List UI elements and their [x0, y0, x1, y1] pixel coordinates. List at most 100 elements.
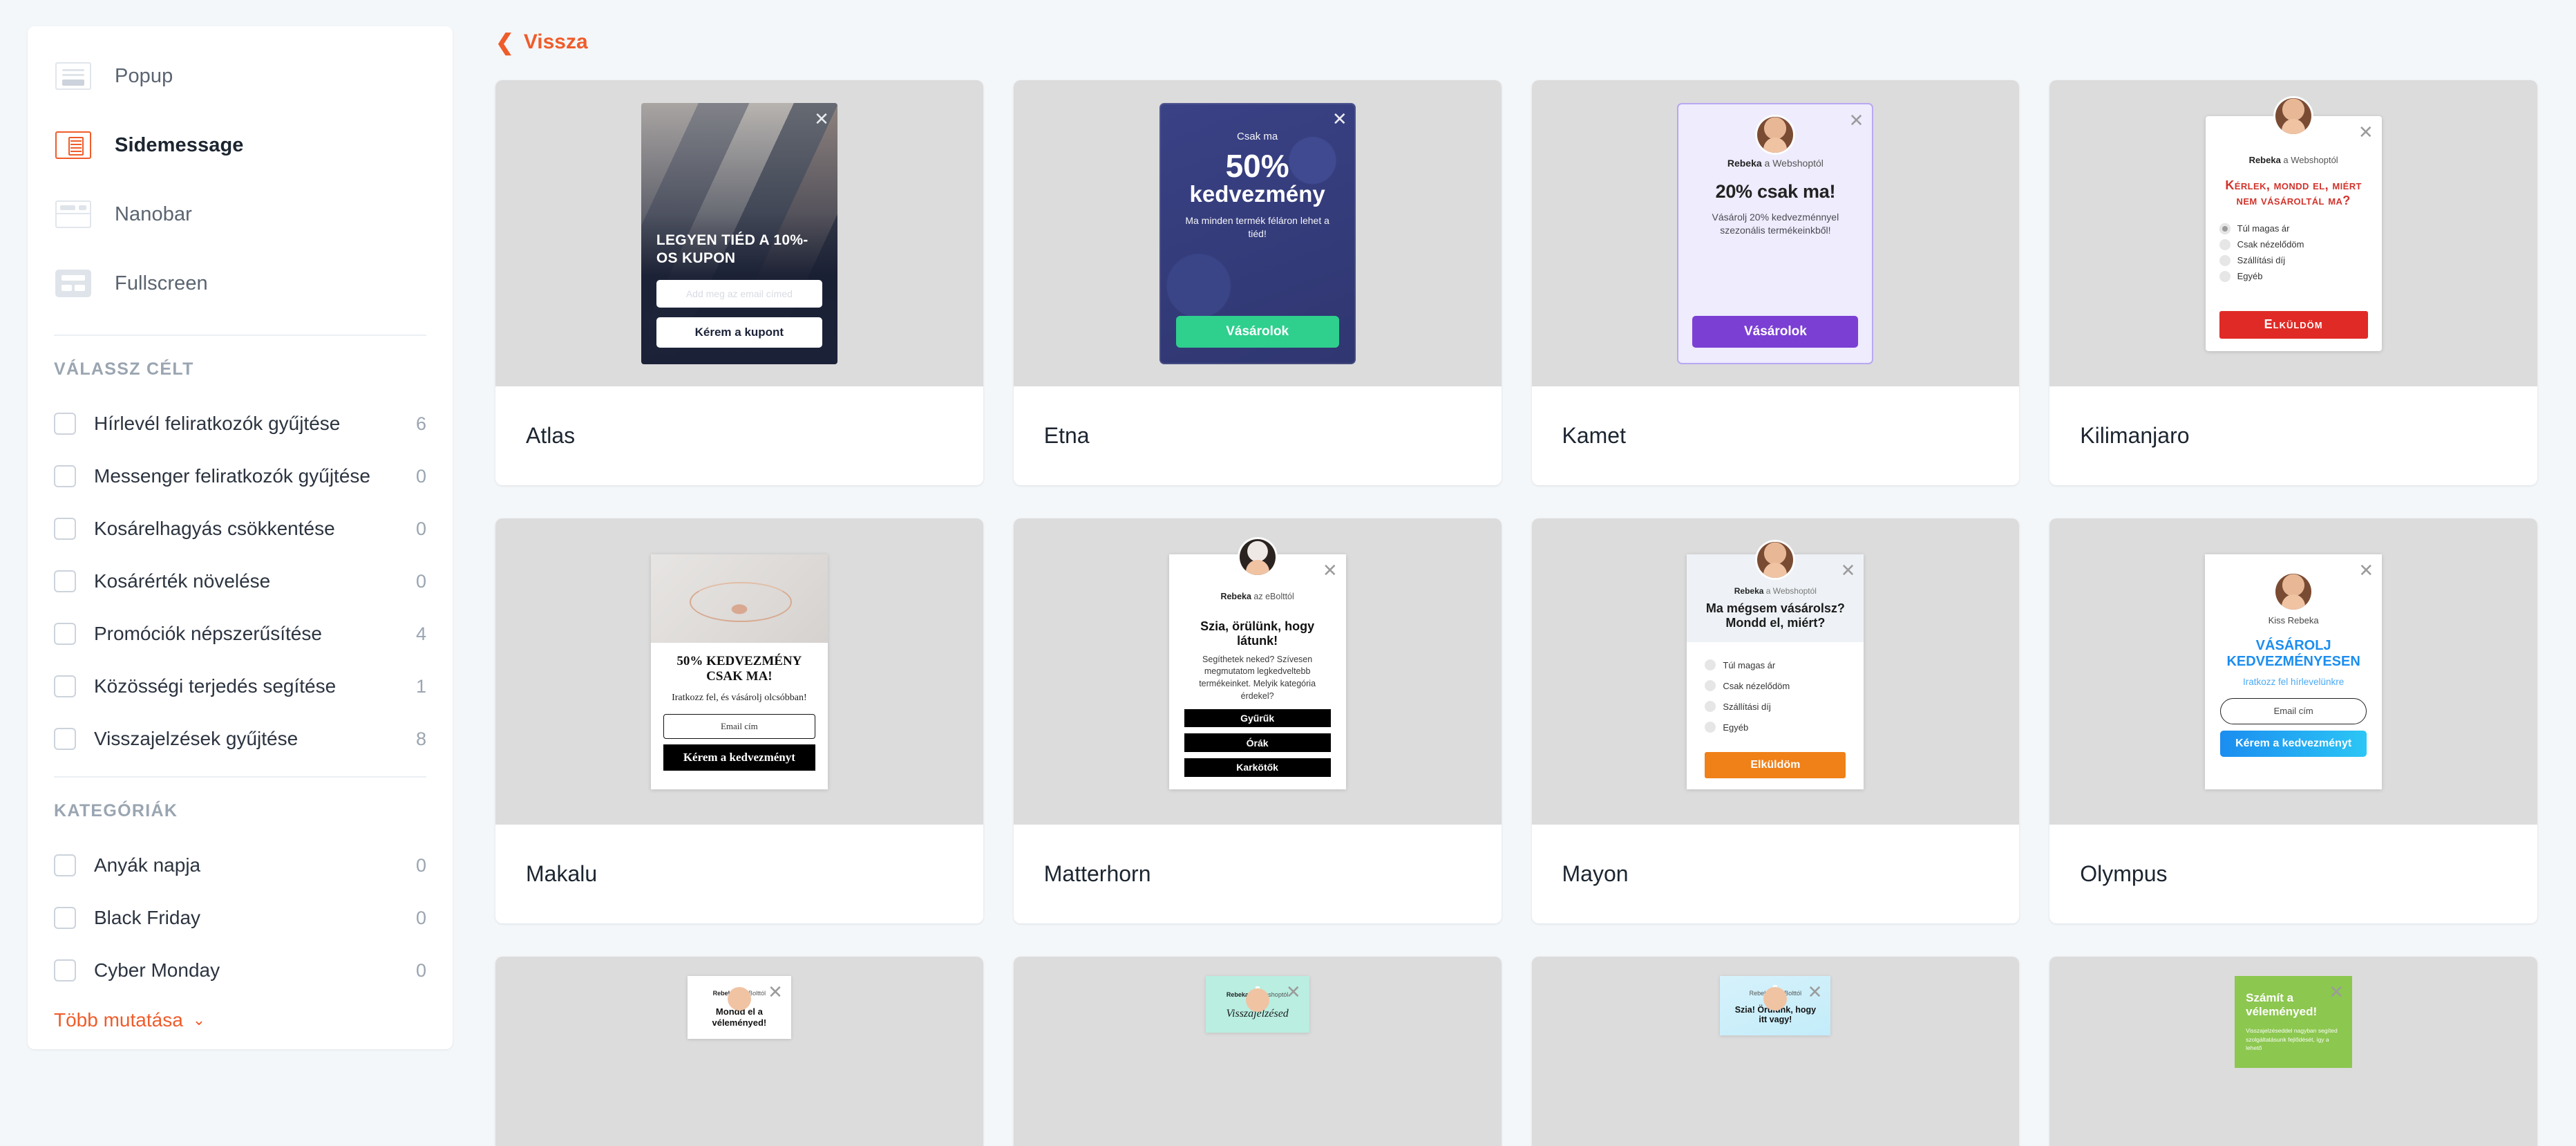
- goal-filter-row[interactable]: Közösségi terjedés segítése 1: [54, 660, 426, 713]
- filter-label: Anyák napja: [94, 854, 201, 876]
- close-icon[interactable]: ✕: [2358, 561, 2374, 579]
- template-card-matterhorn[interactable]: ✕ Rebeka az eBolttól Szia, örülünk, hogy…: [1013, 518, 1502, 923]
- close-icon[interactable]: ✕: [1323, 561, 1338, 579]
- template-card-kamet[interactable]: ✕ Rebeka a Webshoptól 20% csak ma! Vásár…: [1531, 80, 2020, 485]
- category-filter-row[interactable]: Anyák napja 0: [54, 839, 426, 892]
- checkbox[interactable]: [54, 854, 76, 876]
- creative-big-number: 50%: [1225, 147, 1289, 184]
- email-field[interactable]: Email cím: [2220, 697, 2367, 724]
- category-filter-row[interactable]: Cyber Monday 0: [54, 944, 426, 997]
- cta-button[interactable]: Elküldöm: [2219, 310, 2368, 339]
- creative-body: Túl magas ár Csak nézelődöm Szállítási d…: [1687, 642, 1864, 789]
- radio-icon[interactable]: [1705, 680, 1716, 692]
- template-card-atlas[interactable]: ✕ LEGYEN TIÉD A 10%-OS KUPON Add meg az …: [495, 80, 983, 485]
- checkbox[interactable]: [54, 518, 76, 540]
- email-field[interactable]: Add meg az email címed: [656, 279, 822, 308]
- goal-filter-row[interactable]: Messenger feliratkozók gyűjtése 0: [54, 450, 426, 502]
- sidebar-item-sidemessage[interactable]: Sidemessage: [28, 111, 453, 180]
- radio-icon[interactable]: [2219, 270, 2231, 282]
- choice-button[interactable]: Karkötők: [1184, 758, 1331, 777]
- filter-label: Cyber Monday: [94, 959, 220, 981]
- close-icon[interactable]: ✕: [1849, 111, 1864, 129]
- choice-button[interactable]: Gyűrűk: [1184, 708, 1331, 728]
- goal-filter-group: VÁLASSZ CÉLT Hírlevél feliratkozók gyűjt…: [28, 336, 453, 776]
- avatar: [1757, 116, 1794, 153]
- option-row[interactable]: Egyéb: [2219, 270, 2368, 282]
- byline-name: Rebeka: [2248, 154, 2281, 165]
- option-row[interactable]: Túl magas ár: [1705, 659, 1846, 671]
- close-icon[interactable]: ✕: [1808, 983, 1823, 1001]
- byline-rest: a Webshoptól: [1763, 585, 1817, 596]
- template-card-mayon[interactable]: ✕ Rebeka a Webshoptól Ma mégsem vásárols…: [1531, 518, 2020, 923]
- back-button[interactable]: ❮ Vissza: [495, 30, 588, 54]
- checkbox[interactable]: [54, 623, 76, 645]
- filter-count: 0: [415, 959, 426, 981]
- goal-filter-row[interactable]: Kosárérték növelése 0: [54, 555, 426, 608]
- option-row[interactable]: Szállítási díj: [1705, 701, 1846, 713]
- template-card-olympus[interactable]: ✕ Kiss Rebeka VÁSÁROLJ KEDVEZMÉNYESEN Ir…: [2049, 518, 2537, 923]
- goal-filter-row[interactable]: Kosárelhagyás csökkentése 0: [54, 502, 426, 555]
- template-card-kilimanjaro[interactable]: ✕ Rebeka a Webshoptól Kérlek, mondd el, …: [2049, 80, 2537, 485]
- close-icon[interactable]: ✕: [768, 983, 783, 1001]
- cta-button[interactable]: Kérem a kedvezményt: [2220, 730, 2367, 757]
- close-icon[interactable]: ✕: [1332, 110, 1347, 128]
- cta-button[interactable]: Kérem a kupont: [656, 317, 822, 348]
- cta-button[interactable]: Elküldöm: [1705, 751, 1846, 778]
- template-card-makalu[interactable]: ✕ 50% KEDVEZMÉNY CSAK MA! Iratkozz fel, …: [495, 518, 983, 923]
- template-card-row3-4[interactable]: ✕ Számít a véleményed! Visszajelzéseddel…: [2049, 957, 2537, 1146]
- sidebar-item-popup[interactable]: Popup: [28, 41, 453, 111]
- option-row[interactable]: Egyéb: [1705, 722, 1846, 733]
- popup-icon: [55, 62, 91, 90]
- checkbox[interactable]: [54, 728, 76, 750]
- email-field[interactable]: Email cím: [663, 714, 815, 740]
- option-label: Túl magas ár: [2237, 223, 2290, 234]
- checkbox[interactable]: [54, 675, 76, 697]
- close-icon[interactable]: ✕: [2358, 123, 2374, 141]
- cta-button[interactable]: Vásárolok: [1692, 315, 1859, 348]
- radio-icon[interactable]: [1705, 659, 1716, 671]
- option-row[interactable]: Csak nézelődöm: [2219, 238, 2368, 250]
- sidebar-item-nanobar[interactable]: Nanobar: [28, 180, 453, 249]
- creative-kicker: Csak ma: [1237, 130, 1278, 142]
- option-label: Szállítási díj: [2237, 255, 2285, 265]
- checkbox[interactable]: [54, 413, 76, 435]
- sidebar-item-fullscreen[interactable]: Fullscreen: [28, 249, 453, 318]
- filter-count: 4: [415, 623, 426, 644]
- choice-button[interactable]: Órák: [1184, 733, 1331, 752]
- template-card-row3-3[interactable]: ✕ Rebeka az eBolttól Szia! Örülünk, hogy…: [1531, 957, 2020, 1146]
- radio-icon[interactable]: [1705, 722, 1716, 733]
- checkbox[interactable]: [54, 570, 76, 592]
- close-icon[interactable]: ✕: [2329, 983, 2344, 1001]
- filter-count: 0: [415, 907, 426, 928]
- radio-icon[interactable]: [2219, 238, 2231, 250]
- nanobar-icon: [55, 200, 91, 228]
- cta-button[interactable]: Vásárolok: [1175, 315, 1339, 348]
- radio-icon[interactable]: [2219, 223, 2231, 234]
- sidebar-panel: Popup Sidemessage Nanobar Fullscreen VÁL…: [28, 26, 453, 1049]
- creative-subtext: Vásárolj 20% kedvezménnyel szezonális te…: [1712, 211, 1839, 236]
- category-filter-group: KATEGÓRIÁK Anyák napja 0 Black Friday 0 …: [28, 778, 453, 1049]
- option-row[interactable]: Csak nézelődöm: [1705, 680, 1846, 692]
- option-row[interactable]: Túl magas ár: [2219, 223, 2368, 234]
- checkbox[interactable]: [54, 907, 76, 929]
- creative-headline: VÁSÁROLJ KEDVEZMÉNYESEN: [2226, 637, 2360, 670]
- checkbox[interactable]: [54, 465, 76, 487]
- option-row[interactable]: Szállítási díj: [2219, 254, 2368, 266]
- creative-headline: Szia, örülünk, hogy látunk!: [1200, 619, 1315, 648]
- checkbox[interactable]: [54, 959, 76, 981]
- close-icon[interactable]: ✕: [814, 110, 829, 128]
- creative-byline: Rebeka a Webshoptól: [1692, 158, 1858, 169]
- template-card-row3-2[interactable]: ✕ Rebeka a Webshoptól Visszajelzésed: [1013, 957, 1502, 1146]
- cta-button[interactable]: Kérem a kedvezményt: [663, 744, 815, 771]
- close-icon[interactable]: ✕: [1841, 561, 1856, 579]
- goal-filter-row[interactable]: Promóciók népszerűsítése 4: [54, 608, 426, 660]
- show-more-categories-button[interactable]: Több mutatása ⌄: [54, 997, 426, 1038]
- template-card-row3-1[interactable]: ✕ Rebeka az eBolttól Mondd el a vélemény…: [495, 957, 983, 1146]
- radio-icon[interactable]: [1705, 701, 1716, 713]
- template-card-etna[interactable]: ✕ Csak ma 50% kedvezmény Ma minden termé…: [1013, 80, 1502, 485]
- close-icon[interactable]: ✕: [1286, 983, 1301, 1001]
- goal-filter-row[interactable]: Hírlevél feliratkozók gyűjtése 6: [54, 397, 426, 450]
- goal-filter-row[interactable]: Visszajelzések gyűjtése 8: [54, 713, 426, 765]
- category-filter-row[interactable]: Black Friday 0: [54, 892, 426, 944]
- radio-icon[interactable]: [2219, 254, 2231, 266]
